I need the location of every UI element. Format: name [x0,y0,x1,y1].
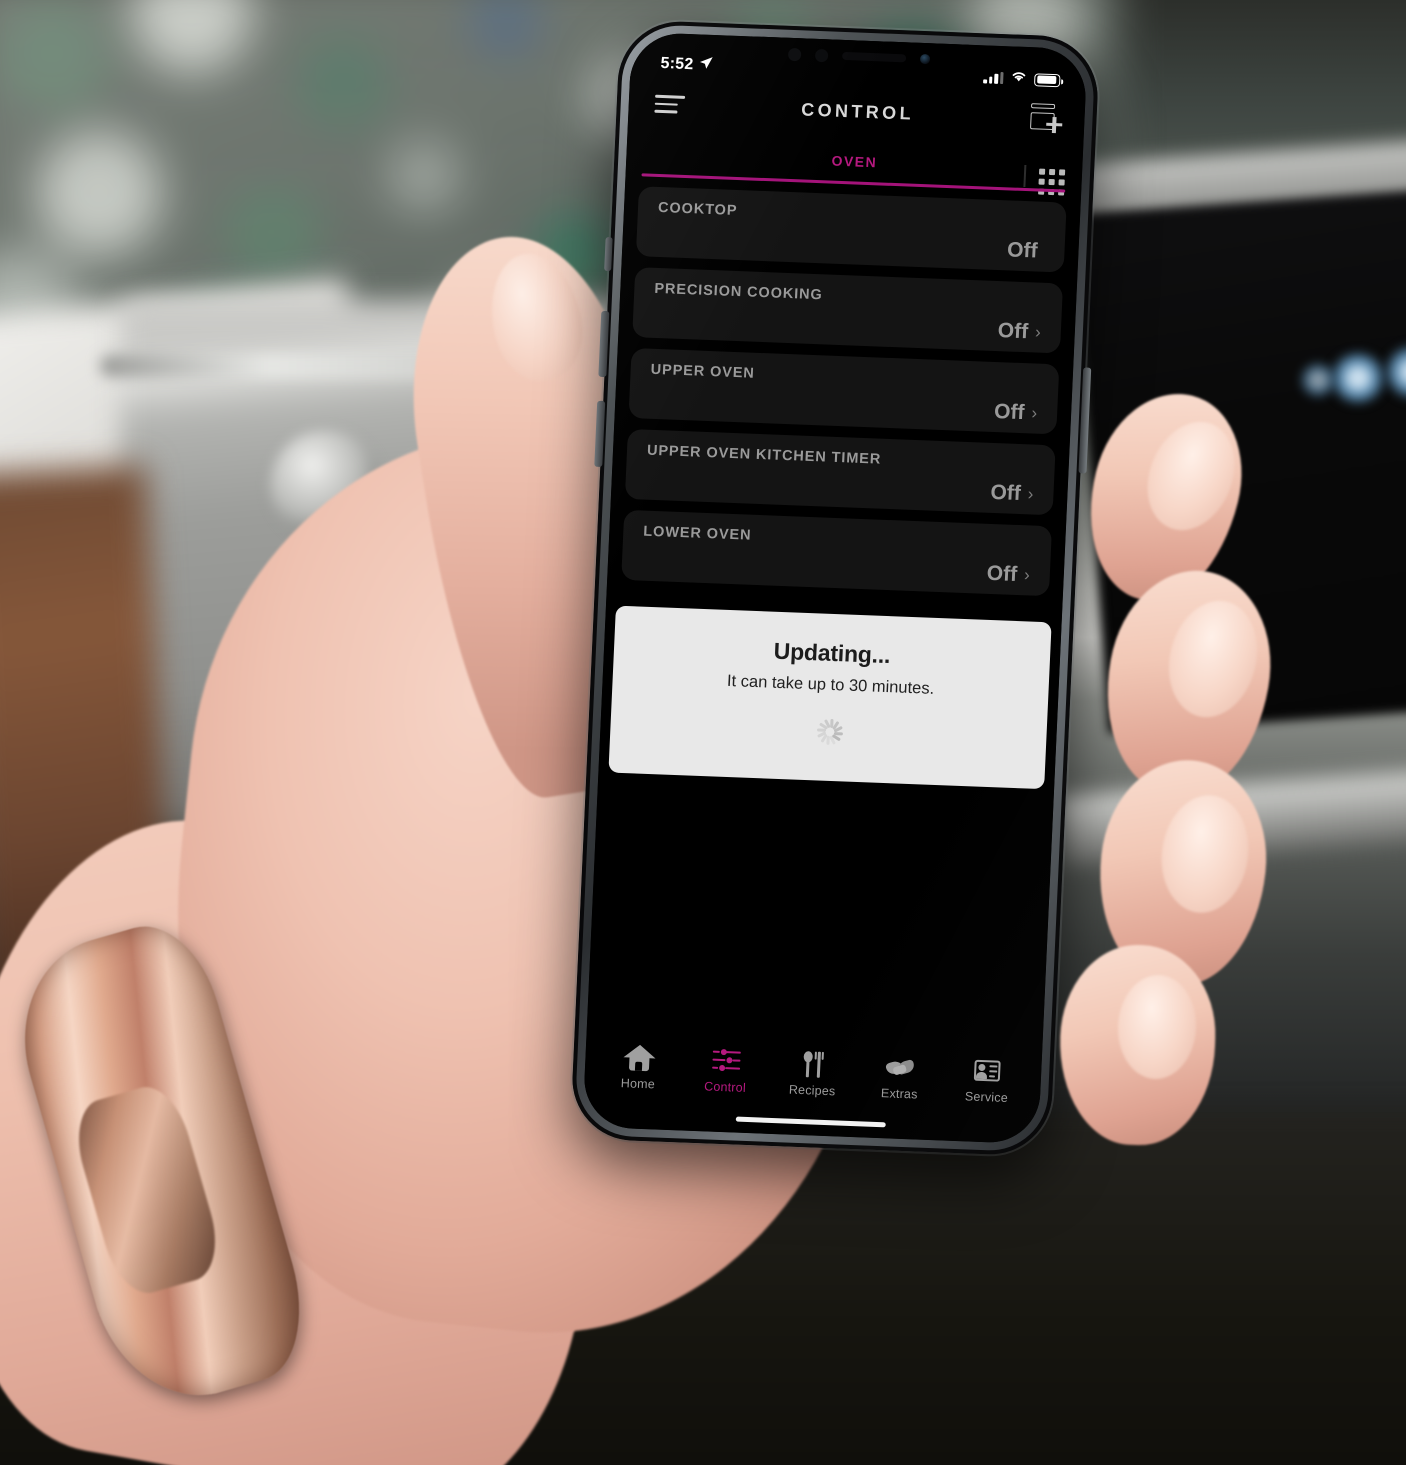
screenshot-scene: 5:52 CONTROL OVEN COOKTOP Off PRECISION … [0,0,1406,1465]
fingers-front [0,0,1406,1465]
